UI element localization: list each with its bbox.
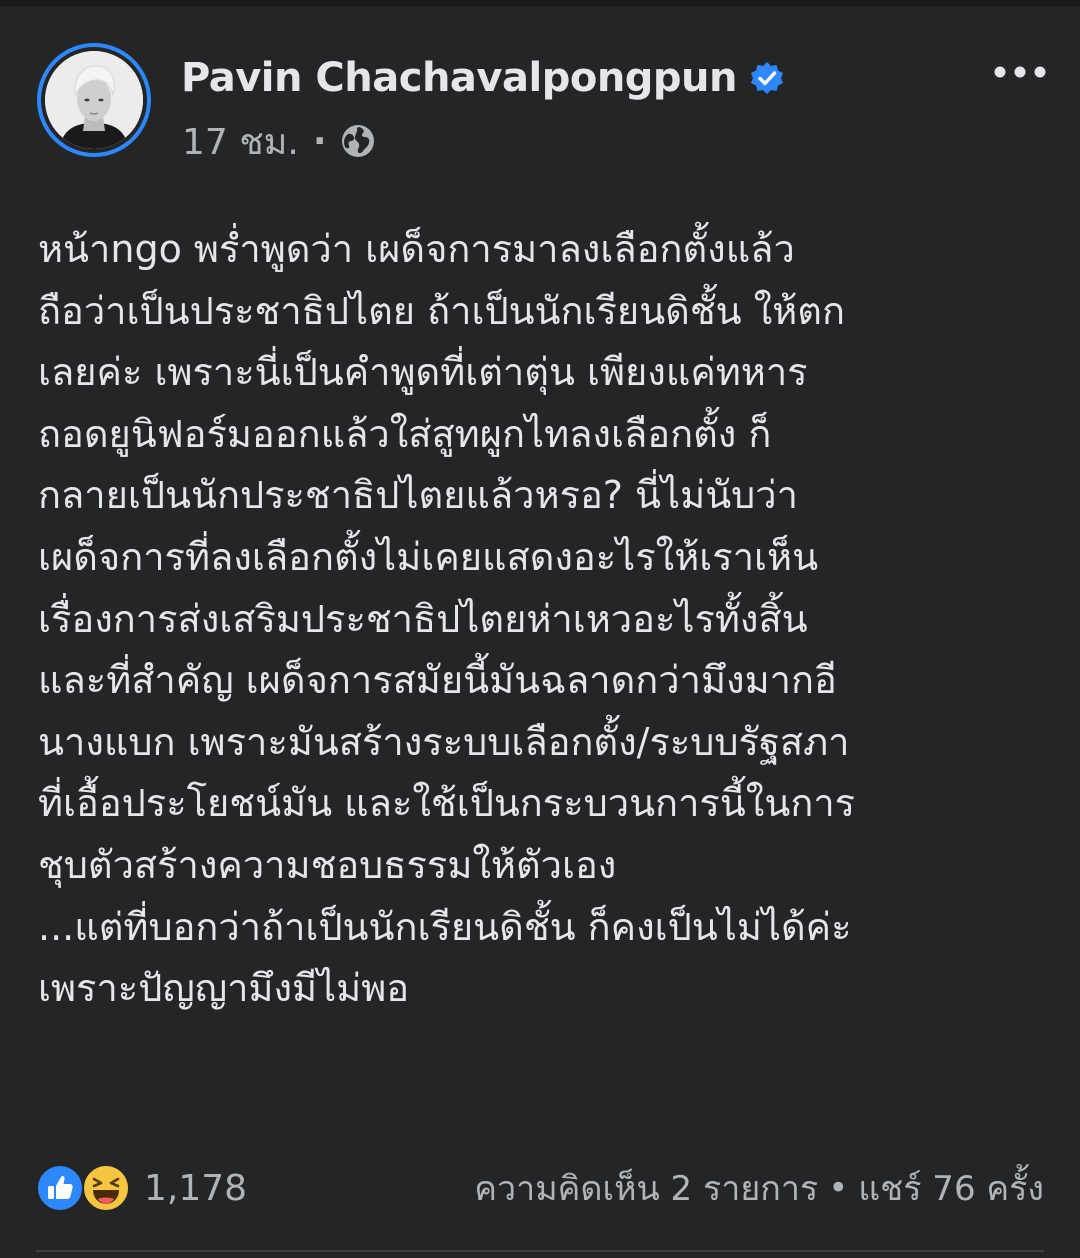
post-text: หน้าngo พร่ำพูดว่า เผด็จการมาลงเลือกตั้ง… <box>38 219 1048 1020</box>
post-text-line: นางแบก เพราะมันสร้างระบบเลือกตั้ง/ระบบรั… <box>38 719 850 764</box>
post-text-line: เพราะปัญญามึงมีไม่พอ <box>38 966 410 1011</box>
post-footer: 1,178 ความคิดเห็น 2 รายการ • แชร์ 76 ครั… <box>0 1155 1080 1217</box>
post-text-line: เผด็จการที่ลงเลือกตั้งไม่เคยแสดงอะไรให้เ… <box>38 534 819 579</box>
more-horizontal-icon <box>994 66 1046 78</box>
author-name[interactable]: Pavin Chachavalpongpun <box>181 55 738 101</box>
more-options-button[interactable] <box>988 50 1052 94</box>
post-meta: 17 ชม. · <box>182 116 377 166</box>
author-row: Pavin Chachavalpongpun <box>181 48 785 108</box>
verified-badge-icon <box>749 60 785 96</box>
like-icon <box>36 1164 84 1212</box>
reactions-summary[interactable]: 1,178 <box>36 1163 247 1213</box>
post-text-line: เลยค่ะ เพราะนี่เป็นคำพูดที่เต่าตุ่น เพีย… <box>38 350 808 395</box>
avatar-photo <box>45 51 143 149</box>
post-text-line: เรื่องการส่งเสริมประชาธิปไตยห่าเหวอะไรทั… <box>38 596 808 641</box>
author-avatar[interactable] <box>37 43 151 157</box>
footer-divider <box>36 1250 1044 1252</box>
post-header: Pavin Chachavalpongpun 17 ชม. · <box>0 6 1080 196</box>
post-text-line: ชุบตัวสร้างความชอบธรรมให้ตัวเอง <box>38 842 617 887</box>
post-text-line: กลายเป็นนักประชาธิปไตยแล้วหรอ? นี่ไม่นับ… <box>38 473 798 518</box>
stats-separator: • <box>828 1168 849 1208</box>
globe-icon[interactable] <box>339 122 377 160</box>
post-text-line: ถอดยูนิฟอร์มออกแล้วใส่สูทผูกไทลงเลือกตั้… <box>38 411 772 456</box>
meta-separator: · <box>312 120 327 162</box>
post-text-line: ...แต่ที่บอกว่าถ้าเป็นนักเรียนดิชั้น ก็ค… <box>38 904 852 949</box>
post-text-line: ถือว่าเป็นประชาธิปไตย ถ้าเป็นนักเรียนดิช… <box>38 288 845 333</box>
post-text-line: ที่เอื้อประโยชน์มัน และใช้เป็นกระบวนการน… <box>38 781 856 826</box>
reaction-count: 1,178 <box>144 1167 248 1209</box>
comments-count-link[interactable]: ความคิดเห็น 2 รายการ <box>474 1161 818 1215</box>
post-text-line: หน้าngo พร่ำพูดว่า เผด็จการมาลงเลือกตั้ง… <box>38 227 795 271</box>
haha-icon <box>82 1164 130 1212</box>
shares-count-link[interactable]: แชร์ 76 ครั้ง <box>858 1161 1044 1215</box>
post-timestamp[interactable]: 17 ชม. <box>182 113 299 170</box>
post-text-line: และที่สำคัญ เผด็จการสมัยนี้มันฉลาดกว่ามึ… <box>38 658 837 703</box>
post-stats: ความคิดเห็น 2 รายการ • แชร์ 76 ครั้ง <box>474 1163 1044 1213</box>
